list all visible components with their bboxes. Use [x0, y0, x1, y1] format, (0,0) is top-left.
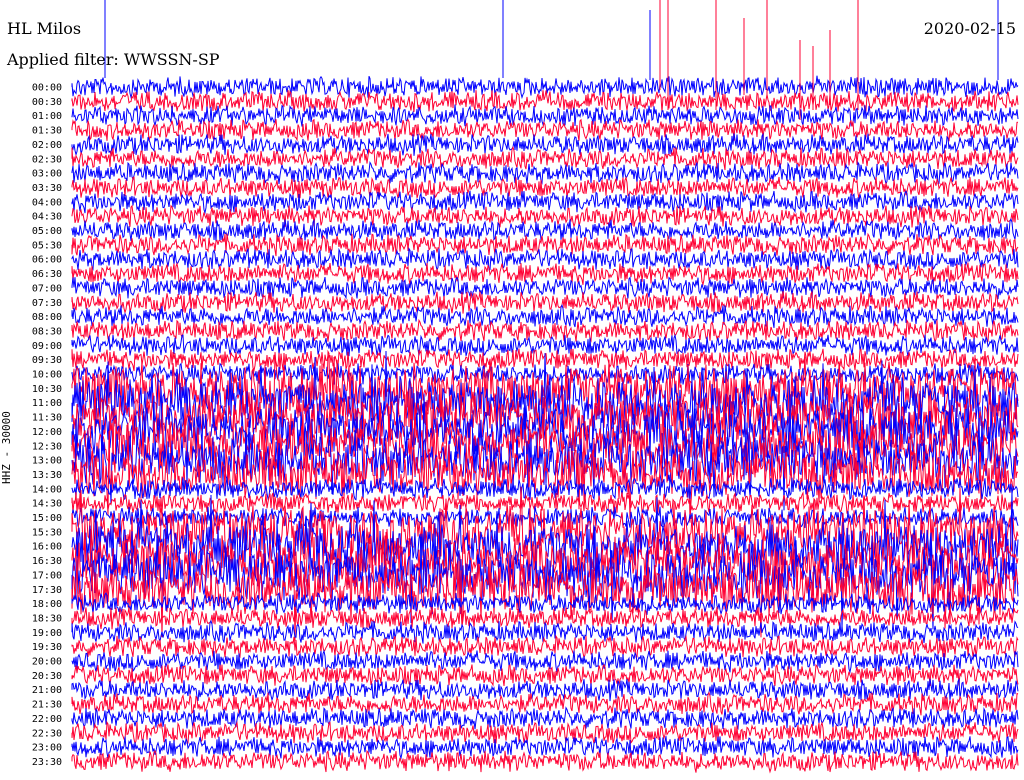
time-tick-label: 11:00	[32, 398, 62, 409]
trace-row-0900	[71, 333, 1019, 357]
time-tick-label: 20:30	[32, 671, 62, 682]
trace-row-0730	[71, 290, 1019, 315]
trace-row-2200	[71, 706, 1019, 731]
time-tick-label: 15:30	[32, 527, 62, 538]
time-tick-label: 07:00	[32, 283, 62, 294]
trace-row-0100	[71, 104, 1019, 127]
time-tick-label: 02:00	[32, 140, 62, 151]
time-tick-label: 03:30	[32, 183, 62, 194]
time-tick-label: 23:00	[32, 743, 62, 754]
time-tick-label: 12:00	[32, 427, 62, 438]
time-tick-label: 05:00	[32, 226, 62, 237]
time-tick-labels: 00:00 00:30 01:00 01:30 02:00 02:30 03:00 03:30…	[32, 83, 62, 768]
time-tick-label: 03:00	[32, 169, 62, 180]
helicorder-traces	[71, 0, 1019, 774]
time-tick-label: 10:30	[32, 384, 62, 395]
time-tick-label: 19:00	[32, 628, 62, 639]
time-tick-label: 04:30	[32, 212, 62, 223]
time-tick-label: 21:30	[32, 700, 62, 711]
time-tick-label: 17:30	[32, 585, 62, 596]
time-tick-label: 22:30	[32, 728, 62, 739]
time-tick-label: 08:00	[32, 312, 62, 323]
time-tick-label: 11:30	[32, 413, 62, 424]
time-tick-label: 09:30	[32, 355, 62, 366]
time-tick-label: 14:00	[32, 484, 62, 495]
time-tick-label: 09:00	[32, 341, 62, 352]
trace-row-2130	[71, 691, 1019, 716]
time-tick-label: 10:00	[32, 370, 62, 381]
trace-row-2000	[71, 649, 1019, 674]
time-tick-label: 21:00	[32, 685, 62, 696]
trace-row-0030	[71, 90, 1019, 113]
time-tick-label: 02:30	[32, 154, 62, 165]
helicorder-plot: 00:00 00:30 01:00 01:30 02:00 02:30 03:00 03:30…	[32, 0, 1019, 774]
time-tick-label: 14:30	[32, 499, 62, 510]
time-tick-label: 01:30	[32, 126, 62, 137]
time-tick-label: 04:00	[32, 197, 62, 208]
time-tick-label: 12:30	[32, 441, 62, 452]
trace-row-0400	[71, 190, 1019, 215]
trace-row-0700	[71, 276, 1019, 300]
time-tick-label: 20:00	[32, 657, 62, 668]
time-tick-label: 13:00	[32, 456, 62, 467]
time-tick-label: 15:00	[32, 513, 62, 524]
time-tick-label: 22:00	[32, 714, 62, 725]
time-tick-label: 18:30	[32, 613, 62, 624]
time-tick-label: 01:00	[32, 111, 62, 122]
time-tick-label: 17:00	[32, 570, 62, 581]
time-tick-label: 08:30	[32, 326, 62, 337]
time-tick-label: 00:00	[32, 83, 62, 94]
time-tick-label: 06:00	[32, 255, 62, 266]
trace-row-0800	[71, 303, 1019, 328]
time-tick-label: 06:30	[32, 269, 62, 280]
time-tick-label: 07:30	[32, 298, 62, 309]
trace-row-0830	[71, 318, 1019, 344]
trace-row-1430	[71, 491, 1019, 516]
time-tick-label: 23:30	[32, 757, 62, 768]
time-tick-label: 18:00	[32, 599, 62, 610]
time-tick-label: 05:30	[32, 240, 62, 251]
time-tick-label: 13:30	[32, 470, 62, 481]
trace-row-0500	[71, 217, 1019, 242]
time-tick-label: 19:30	[32, 642, 62, 653]
trace-row-0230	[71, 146, 1019, 171]
time-tick-label: 16:00	[32, 542, 62, 553]
time-tick-label: 00:30	[32, 97, 62, 108]
time-tick-label: 16:30	[32, 556, 62, 567]
